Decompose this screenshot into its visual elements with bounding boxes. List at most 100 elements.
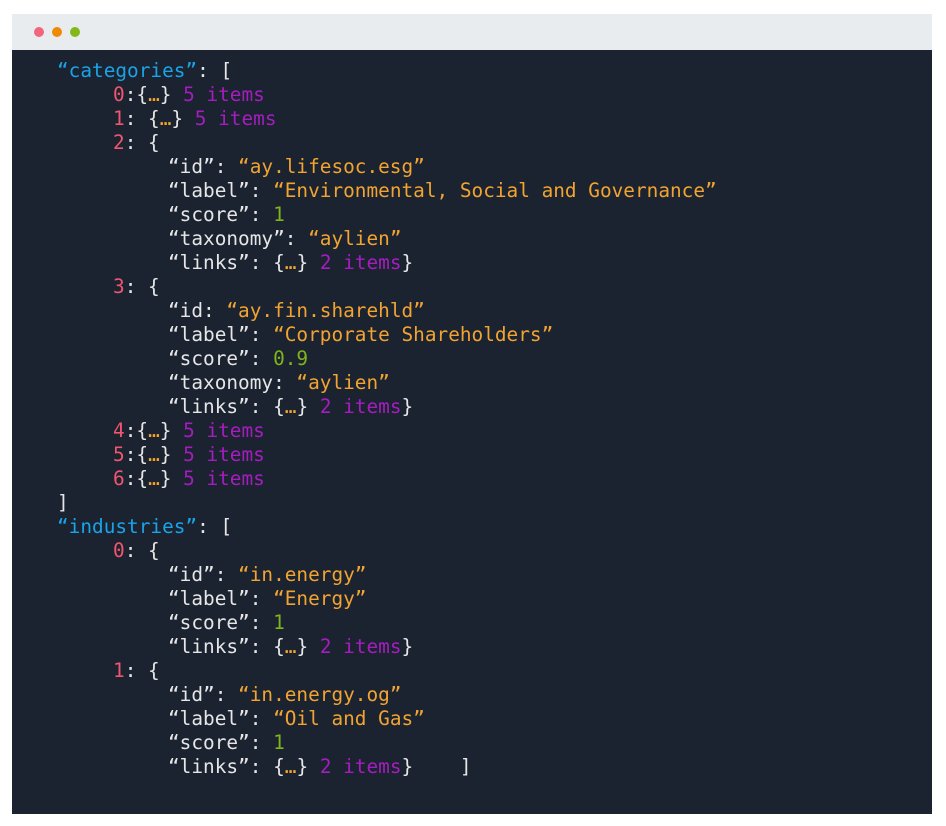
field-links[interactable]: “links”: {…} 2 items} bbox=[168, 395, 413, 419]
field-id: “id”: “in.energy” bbox=[168, 563, 366, 587]
field-taxonomy: “taxonomy”: “aylien” bbox=[168, 227, 402, 251]
field-score: “score”: 0.9 bbox=[168, 347, 308, 371]
field-key: “links”: bbox=[168, 755, 274, 778]
item-count: 5 items bbox=[183, 107, 277, 130]
field-value: “aylien” bbox=[296, 371, 390, 394]
field-key: “links”: bbox=[168, 251, 274, 274]
field-key: “score”: bbox=[168, 203, 274, 226]
brace-close: } bbox=[401, 635, 414, 658]
expand-toggle[interactable]: {…} bbox=[136, 419, 171, 442]
json-viewer: “categories”: [ 0:{…} 5 items 1: {…} 5 i… bbox=[12, 50, 932, 814]
separator: : bbox=[124, 443, 137, 466]
item-count: 5 items bbox=[171, 443, 265, 466]
item-count: 5 items bbox=[171, 419, 265, 442]
item-count: 2 items bbox=[308, 251, 402, 274]
field-id: “id”: “in.energy.og” bbox=[168, 683, 402, 707]
item-count: 2 items bbox=[308, 755, 402, 778]
brace-close: } bbox=[401, 251, 414, 274]
bracket-open: : [ bbox=[197, 515, 233, 538]
field-key: “links”: bbox=[168, 395, 274, 418]
field-key: “id”: bbox=[168, 563, 239, 586]
field-key: “score”: bbox=[168, 611, 274, 634]
categories-key-line[interactable]: “categories”: [ bbox=[57, 59, 232, 83]
expand-toggle[interactable]: {…} bbox=[136, 83, 171, 106]
category-item-collapsed[interactable]: 1: {…} 5 items bbox=[113, 107, 277, 131]
field-key: “id”: bbox=[168, 683, 239, 706]
field-key: “id: bbox=[168, 299, 227, 322]
field-label: “label”: “Environmental, Social and Gove… bbox=[168, 179, 717, 203]
field-links[interactable]: “links”: {…} 2 items} bbox=[168, 635, 413, 659]
category-item-expanded[interactable]: 3: { bbox=[113, 275, 160, 299]
field-value: “aylien” bbox=[308, 227, 402, 250]
separator: : bbox=[124, 467, 137, 490]
code-window: “categories”: [ 0:{…} 5 items 1: {…} 5 i… bbox=[12, 14, 932, 814]
industry-item-expanded[interactable]: 1: { bbox=[113, 659, 160, 683]
field-id: “id”: “ay.lifesoc.esg” bbox=[168, 155, 425, 179]
category-item-collapsed[interactable]: 4:{…} 5 items bbox=[113, 419, 265, 443]
window-titlebar bbox=[12, 14, 932, 50]
field-label: “label”: “Energy” bbox=[168, 587, 366, 611]
field-links[interactable]: “links”: {…} 2 items} ] bbox=[168, 755, 472, 779]
brace-close: } bbox=[401, 755, 414, 778]
categories-key: “categories” bbox=[57, 59, 198, 82]
field-links[interactable]: “links”: {…} 2 items} bbox=[168, 251, 413, 275]
separator: : bbox=[124, 419, 137, 442]
brace-open: : { bbox=[124, 659, 160, 682]
field-key: “label”: bbox=[168, 587, 274, 610]
field-value: 1 bbox=[273, 731, 285, 754]
category-item-collapsed[interactable]: 5:{…} 5 items bbox=[113, 443, 265, 467]
field-label: “label”: “Corporate Shareholders” bbox=[168, 323, 553, 347]
field-key: “label”: bbox=[168, 179, 274, 202]
industries-key-line[interactable]: “industries”: [ bbox=[57, 515, 232, 539]
brace-open: : { bbox=[124, 539, 160, 562]
field-value: “Energy” bbox=[273, 587, 367, 610]
bracket-close: ] bbox=[57, 491, 69, 514]
minimize-window-dot-icon[interactable] bbox=[52, 27, 62, 37]
industries-bracket-close: ] bbox=[413, 755, 472, 778]
item-count: 5 items bbox=[171, 83, 265, 106]
item-index: 0 bbox=[113, 539, 125, 562]
item-index: 6 bbox=[113, 467, 125, 490]
category-item-collapsed[interactable]: 6:{…} 5 items bbox=[113, 467, 265, 491]
field-value: “Environmental, Social and Governance” bbox=[273, 179, 717, 202]
expand-toggle[interactable]: {…} bbox=[136, 467, 171, 490]
field-key: “score”: bbox=[168, 347, 274, 370]
expand-toggle[interactable]: {…} bbox=[148, 107, 183, 130]
item-count: 2 items bbox=[308, 395, 402, 418]
field-score: “score”: 1 bbox=[168, 203, 285, 227]
field-value: “ay.fin.sharehld” bbox=[226, 299, 425, 322]
item-index: 1 bbox=[113, 659, 125, 682]
category-item-collapsed[interactable]: 0:{…} 5 items bbox=[113, 83, 265, 107]
item-index: 5 bbox=[113, 443, 125, 466]
field-value: “in.energy.og” bbox=[238, 683, 402, 706]
field-value: “Corporate Shareholders” bbox=[273, 323, 554, 346]
category-item-expanded[interactable]: 2: { bbox=[113, 131, 160, 155]
field-key: “score”: bbox=[168, 731, 274, 754]
maximize-window-dot-icon[interactable] bbox=[70, 27, 80, 37]
expand-toggle[interactable]: {…} bbox=[273, 251, 308, 274]
field-key: “id”: bbox=[168, 155, 239, 178]
bracket-open: : [ bbox=[197, 59, 233, 82]
field-label: “label”: “Oil and Gas” bbox=[168, 707, 425, 731]
item-index: 2 bbox=[113, 131, 125, 154]
brace-open: : { bbox=[124, 275, 160, 298]
field-value: 1 bbox=[273, 611, 285, 634]
close-window-dot-icon[interactable] bbox=[34, 27, 44, 37]
separator: : bbox=[124, 83, 137, 106]
field-key: “taxonomy”: bbox=[168, 227, 309, 250]
expand-toggle[interactable]: {…} bbox=[273, 635, 308, 658]
field-taxonomy: “taxonomy: “aylien” bbox=[168, 371, 390, 395]
field-key: “label”: bbox=[168, 707, 274, 730]
expand-toggle[interactable]: {…} bbox=[136, 443, 171, 466]
item-index: 4 bbox=[113, 419, 125, 442]
categories-bracket-close: ] bbox=[57, 491, 69, 515]
field-key: “label”: bbox=[168, 323, 274, 346]
item-index: 0 bbox=[113, 83, 125, 106]
field-value: “Oil and Gas” bbox=[273, 707, 425, 730]
industry-item-expanded[interactable]: 0: { bbox=[113, 539, 160, 563]
item-count: 2 items bbox=[308, 635, 402, 658]
field-value: “ay.lifesoc.esg” bbox=[238, 155, 425, 178]
expand-toggle[interactable]: {…} bbox=[273, 395, 308, 418]
expand-toggle[interactable]: {…} bbox=[273, 755, 308, 778]
item-index: 1 bbox=[113, 107, 125, 130]
